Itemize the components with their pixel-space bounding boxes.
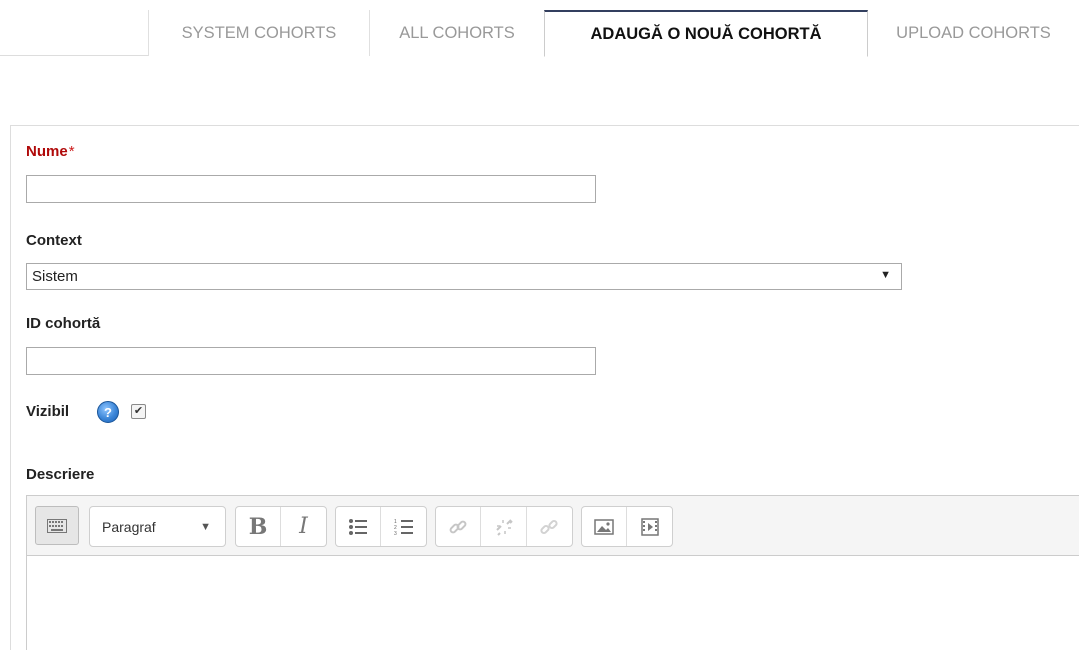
paragraph-format-select[interactable]: Paragraf ▼ <box>90 507 225 546</box>
toolbar-group-style: B I <box>235 506 327 547</box>
unlink-button[interactable] <box>481 507 527 546</box>
context-label: Context <box>26 232 82 249</box>
toggle-toolbar-button[interactable] <box>35 506 79 545</box>
link-button[interactable] <box>436 507 482 546</box>
dropdown-arrow-icon: ▼ <box>880 269 891 281</box>
name-label-text: Nume <box>26 143 68 160</box>
numbered-list-button[interactable]: 1 2 3 <box>381 507 426 546</box>
tab-upload-cohorts[interactable]: UPLOAD COHORTS <box>868 10 1079 56</box>
italic-icon: I <box>299 514 308 539</box>
toolbar-group-format: Paragraf ▼ <box>89 506 226 547</box>
media-button[interactable] <box>627 507 672 546</box>
description-editor: Paragraf ▼ B I 1 2 3 <box>26 495 1079 650</box>
idnumber-label: ID cohortă <box>26 315 101 332</box>
bold-icon: B <box>248 513 268 540</box>
link-icon <box>449 520 467 533</box>
chevron-down-icon: ▼ <box>200 520 211 533</box>
page: SYSTEM COHORTS ALL COHORTS ADAUGĂ O NOUĂ… <box>0 0 1079 650</box>
paragraph-format-value: Paragraf <box>102 518 156 535</box>
bold-button[interactable]: B <box>236 507 282 546</box>
toolbar-group-lists: 1 2 3 <box>335 506 427 547</box>
description-label: Descriere <box>26 466 95 483</box>
image-icon <box>594 518 614 535</box>
image-button[interactable] <box>582 507 628 546</box>
toolbar-group-links <box>435 506 573 547</box>
unlink-icon <box>495 518 513 536</box>
anchor-button[interactable] <box>527 507 572 546</box>
media-icon <box>640 517 659 536</box>
context-select[interactable]: Sistem ▼ <box>26 263 902 290</box>
tab-bar: SYSTEM COHORTS ALL COHORTS ADAUGĂ O NOUĂ… <box>0 0 1079 57</box>
name-input[interactable] <box>26 175 596 203</box>
editor-content-area[interactable] <box>27 556 1079 650</box>
bullet-list-icon <box>349 518 367 535</box>
tab-system-cohorts[interactable]: SYSTEM COHORTS <box>148 10 369 56</box>
editor-toolbar: Paragraf ▼ B I 1 2 3 <box>27 496 1079 556</box>
idnumber-input[interactable] <box>26 347 596 375</box>
name-label: Nume* <box>26 143 75 160</box>
svg-text:3: 3 <box>394 531 397 536</box>
visible-label: Vizibil <box>26 403 70 420</box>
keyboard-icon <box>47 518 67 533</box>
anchor-icon <box>540 519 558 534</box>
required-icon: * <box>68 143 75 160</box>
context-selected-value: Sistem <box>32 268 78 285</box>
toolbar-group-toggle <box>35 506 81 547</box>
tab-all-cohorts[interactable]: ALL COHORTS <box>369 10 544 56</box>
visible-checkbox[interactable]: ✔ <box>131 404 146 419</box>
bullet-list-button[interactable] <box>336 507 382 546</box>
toolbar-group-media <box>581 506 673 547</box>
help-icon[interactable]: ? <box>97 401 119 423</box>
tab-add-new-cohort[interactable]: ADAUGĂ O NOUĂ COHORTĂ <box>544 10 868 57</box>
numbered-list-icon: 1 2 3 <box>394 519 413 536</box>
italic-button[interactable]: I <box>281 507 326 546</box>
